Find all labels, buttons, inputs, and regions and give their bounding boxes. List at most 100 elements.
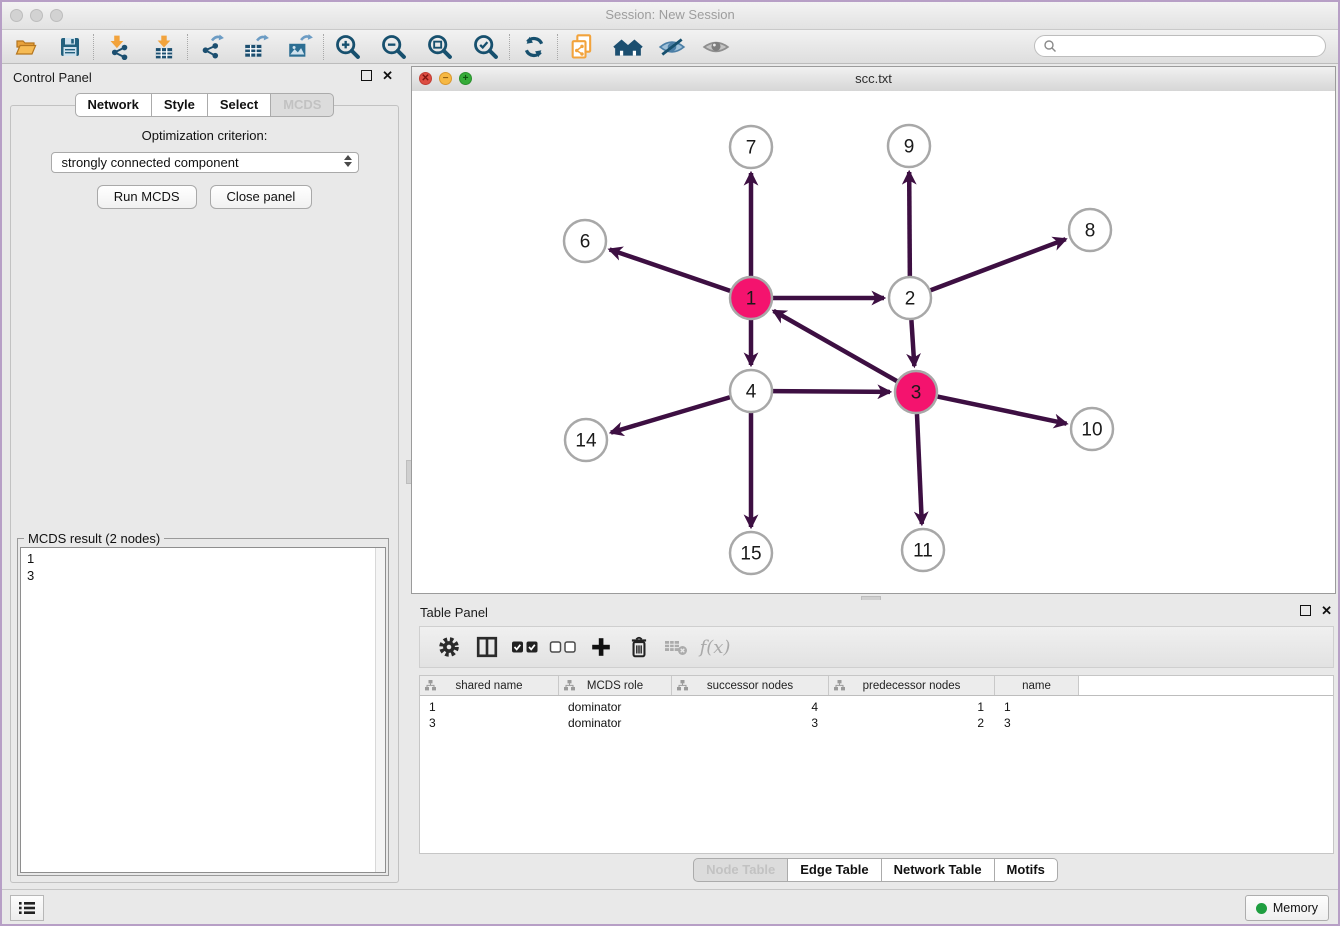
- search-input[interactable]: [1062, 38, 1325, 54]
- graph-node-3[interactable]: 3: [895, 371, 937, 413]
- network-window-titlebar[interactable]: ✕ − + scc.txt: [412, 67, 1335, 92]
- tab-network[interactable]: Network: [75, 93, 152, 117]
- graph-node-1[interactable]: 1: [730, 277, 772, 319]
- graph-node-14[interactable]: 14: [565, 419, 607, 461]
- graph-edge-3-1[interactable]: [774, 311, 897, 381]
- import-table-button[interactable]: [149, 33, 179, 61]
- column-type-icon: [564, 680, 575, 691]
- graph-edge-3-11[interactable]: [917, 414, 922, 524]
- graph-edge-2-9[interactable]: [909, 172, 910, 276]
- table-cell[interactable]: 1: [995, 700, 1079, 714]
- graph-edge-2-3[interactable]: [911, 320, 914, 366]
- save-session-button[interactable]: [55, 33, 85, 61]
- float-panel-icon[interactable]: [361, 70, 372, 81]
- clone-network-button[interactable]: [567, 33, 597, 61]
- select-all-button[interactable]: [506, 632, 544, 662]
- svg-text:4: 4: [746, 382, 757, 403]
- tab-edge-table[interactable]: Edge Table: [787, 858, 881, 882]
- close-panel-button[interactable]: Close panel: [210, 185, 313, 209]
- tab-mcds[interactable]: MCDS: [270, 93, 334, 117]
- graph-node-7[interactable]: 7: [730, 126, 772, 168]
- svg-text:14: 14: [575, 431, 597, 452]
- table-row[interactable]: 3dominator323: [420, 715, 1333, 731]
- table-cell[interactable]: 3: [672, 716, 829, 730]
- close-table-panel-icon[interactable]: ✕: [1321, 605, 1332, 616]
- eye-icon: [702, 35, 730, 59]
- export-network-button[interactable]: [197, 33, 227, 61]
- result-scrollbar[interactable]: [375, 548, 385, 872]
- column-header-predecessor-nodes[interactable]: predecessor nodes: [829, 676, 995, 695]
- criterion-dropdown[interactable]: strongly connected component: [51, 152, 359, 173]
- search-field[interactable]: [1034, 35, 1326, 57]
- show-columns-button[interactable]: [468, 632, 506, 662]
- control-panel-title: Control Panel: [13, 70, 92, 85]
- export-image-button[interactable]: [285, 33, 315, 61]
- graph-edge-3-10[interactable]: [938, 397, 1067, 424]
- column-header-successor-nodes[interactable]: successor nodes: [672, 676, 829, 695]
- table-cell[interactable]: 1: [829, 700, 995, 714]
- graph-node-11[interactable]: 11: [902, 529, 944, 571]
- zoom-out-button[interactable]: [379, 33, 409, 61]
- trash-icon: [628, 635, 650, 659]
- graph-edge-4-14[interactable]: [611, 397, 730, 432]
- import-network-button[interactable]: [103, 33, 133, 61]
- zoom-selected-button[interactable]: [471, 33, 501, 61]
- create-column-button[interactable]: [582, 632, 620, 662]
- table-cell[interactable]: 3: [995, 716, 1079, 730]
- open-session-button[interactable]: [11, 33, 41, 61]
- table-row[interactable]: 1dominator411: [420, 699, 1333, 715]
- float-table-panel-icon[interactable]: [1300, 605, 1311, 616]
- graph-node-15[interactable]: 15: [730, 532, 772, 574]
- mcds-result-textarea[interactable]: 1 3: [20, 547, 386, 873]
- graph-node-6[interactable]: 6: [564, 220, 606, 262]
- table-cell[interactable]: 4: [672, 700, 829, 714]
- tab-node-table[interactable]: Node Table: [693, 858, 788, 882]
- table-settings-button[interactable]: [430, 632, 468, 662]
- table-cell[interactable]: 2: [829, 716, 995, 730]
- graph-node-4[interactable]: 4: [730, 370, 772, 412]
- tab-select[interactable]: Select: [207, 93, 271, 117]
- save-icon: [58, 35, 82, 59]
- zoom-selected-icon: [472, 33, 500, 61]
- graph-edge-4-3[interactable]: [773, 391, 890, 392]
- table-cell[interactable]: 3: [420, 716, 559, 730]
- gear-icon: [437, 635, 461, 659]
- list-icon: [18, 901, 36, 915]
- function-builder-button[interactable]: f(x): [696, 632, 734, 662]
- column-header-mcds-role[interactable]: MCDS role: [559, 676, 672, 695]
- network-canvas[interactable]: 7 9 6 8 1 2 4 3 14 10 15 11: [412, 91, 1335, 593]
- svg-text:6: 6: [580, 232, 591, 253]
- delete-column-button[interactable]: [620, 632, 658, 662]
- graph-node-2[interactable]: 2: [889, 277, 931, 319]
- column-type-icon: [425, 680, 436, 691]
- task-history-button[interactable]: [10, 895, 44, 921]
- close-panel-icon[interactable]: ✕: [382, 70, 393, 81]
- tab-network-table[interactable]: Network Table: [881, 858, 995, 882]
- show-all-button[interactable]: [701, 33, 731, 61]
- column-header-shared-name[interactable]: shared name: [420, 676, 559, 695]
- zoom-fit-button[interactable]: [425, 33, 455, 61]
- export-table-button[interactable]: [241, 33, 271, 61]
- table-cell[interactable]: dominator: [559, 716, 672, 730]
- control-panel-tabs: Network Style Select MCDS: [4, 93, 405, 117]
- zoom-fit-icon: [426, 33, 454, 61]
- graph-node-9[interactable]: 9: [888, 125, 930, 167]
- first-neighbors-button[interactable]: [613, 33, 643, 61]
- apply-layout-button[interactable]: [519, 33, 549, 61]
- deselect-all-button[interactable]: [544, 632, 582, 662]
- graph-edge-1-6[interactable]: [610, 249, 731, 290]
- tab-style[interactable]: Style: [151, 93, 208, 117]
- graph-node-10[interactable]: 10: [1071, 408, 1113, 450]
- column-header-name[interactable]: name: [995, 676, 1079, 695]
- graph-edge-2-8[interactable]: [931, 239, 1066, 290]
- tab-motifs[interactable]: Motifs: [994, 858, 1058, 882]
- delete-table-button[interactable]: [658, 632, 696, 662]
- table-cell[interactable]: dominator: [559, 700, 672, 714]
- hide-selected-button[interactable]: [657, 33, 687, 61]
- graph-node-8[interactable]: 8: [1069, 209, 1111, 251]
- memory-button[interactable]: Memory: [1245, 895, 1329, 921]
- run-mcds-button[interactable]: Run MCDS: [97, 185, 197, 209]
- table-cell[interactable]: 1: [420, 700, 559, 714]
- main-toolbar: [2, 30, 1338, 64]
- zoom-in-button[interactable]: [333, 33, 363, 61]
